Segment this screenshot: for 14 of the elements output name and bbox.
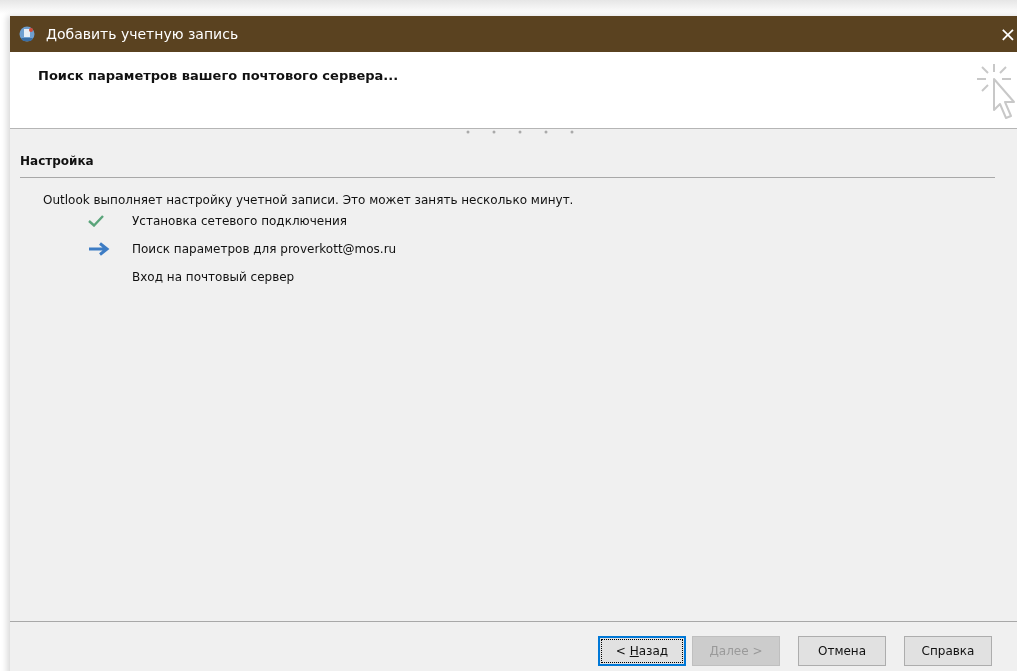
- step-label: Вход на почтовый сервер: [132, 270, 295, 284]
- step-label: Поиск параметров для proverkott@mos.ru: [132, 242, 397, 256]
- app-icon: [18, 25, 36, 43]
- arrow-right-icon: [88, 242, 110, 256]
- close-button[interactable]: ×: [988, 22, 1017, 46]
- dialog-button[interactable]: < Назад: [598, 636, 686, 666]
- checkmark-icon: [88, 215, 104, 227]
- window-title: Добавить учетную запись: [46, 26, 240, 42]
- step-label: Установка сетевого подключения: [132, 214, 347, 228]
- status-message: Outlook выполняет настройку учетной записи. Это может занять несколько минут.: [43, 193, 575, 207]
- section-title: Настройка: [20, 154, 95, 168]
- header-title: Поиск параметров вашего почтового сервера...: [38, 68, 399, 83]
- dialog-button[interactable]: Отмена: [798, 636, 886, 666]
- dialog-button[interactable]: Справка: [904, 636, 992, 666]
